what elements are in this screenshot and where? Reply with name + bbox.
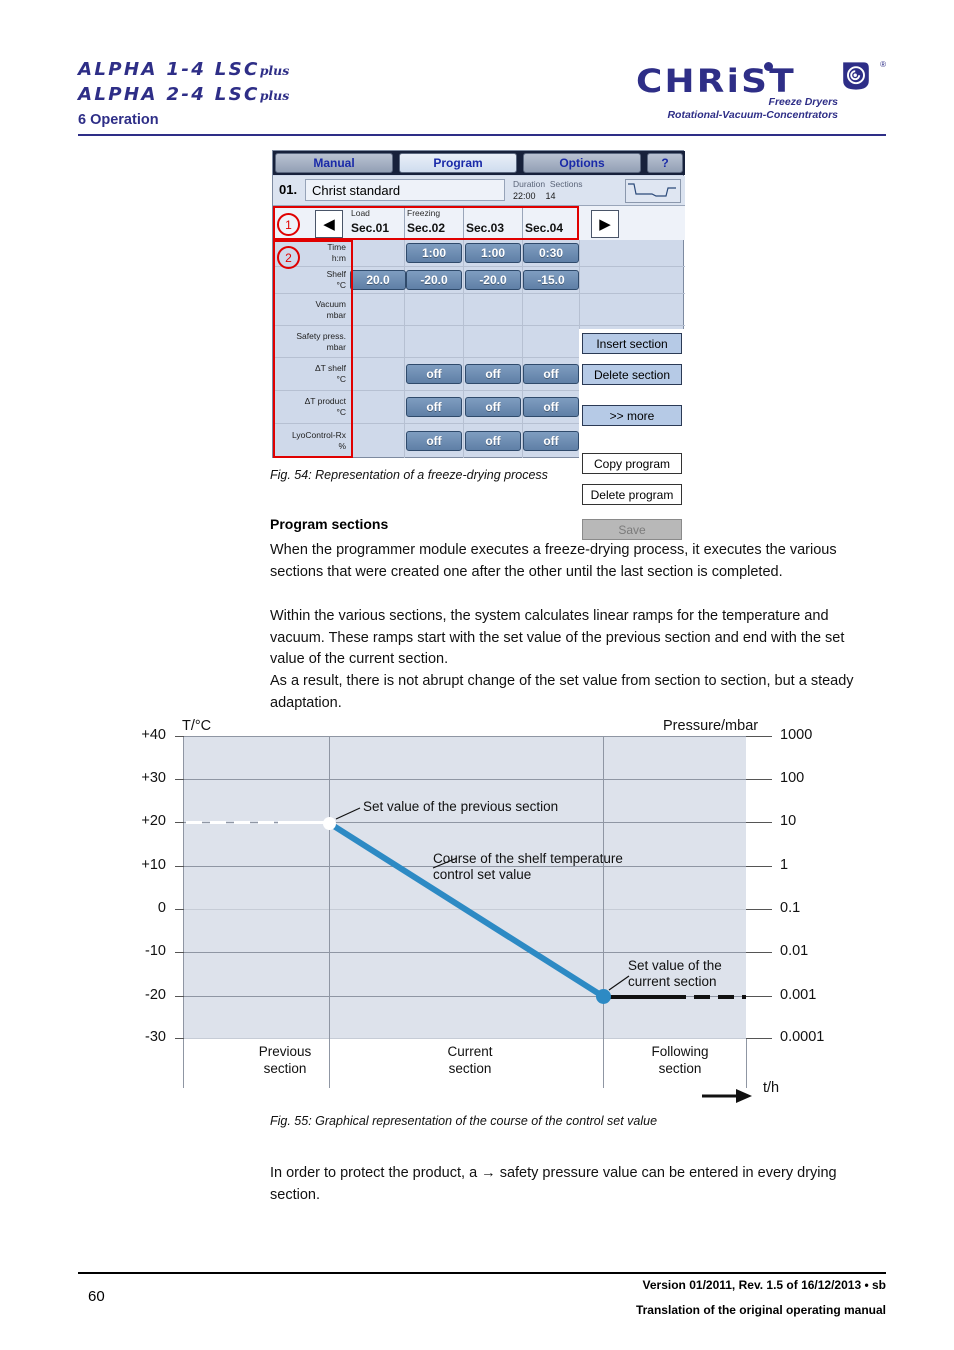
section-divider-1 xyxy=(404,206,405,240)
cell-lyocontrol-sec03[interactable]: off xyxy=(465,431,521,451)
program-name-field[interactable]: Christ standard xyxy=(305,179,505,201)
footer-version: Version 01/2011, Rev. 1.5 of 16/12/2013 … xyxy=(642,1278,886,1292)
cell-dtproduct-sec02[interactable]: off xyxy=(406,397,462,417)
cell-shelf-sec01[interactable]: 20.0 xyxy=(350,270,406,290)
figure-54-caption: Fig. 54: Representation of a freeze-dryi… xyxy=(270,468,548,482)
more-button[interactable]: >> more xyxy=(582,405,682,426)
cell-dtproduct-sec03[interactable]: off xyxy=(465,397,521,417)
row-label-dt-shelf: ΔT shelf °C xyxy=(314,363,346,384)
model-line-2-sup: plus xyxy=(259,89,290,103)
program-number: 01. xyxy=(279,182,298,197)
chapter-title: 6 Operation xyxy=(78,112,159,128)
section-divider-2 xyxy=(463,206,464,240)
paragraph-1: When the programmer module executes a fr… xyxy=(270,542,837,580)
table-row-shelf: Shelf °C 20.0 -20.0 -20.0 -15.0 xyxy=(273,267,685,294)
tab-manual[interactable]: Manual xyxy=(275,153,393,173)
row-label-lyocontrol: LyoControl-Rx % xyxy=(291,430,346,451)
tab-program[interactable]: Program xyxy=(399,153,517,173)
cell-dtshelf-sec04[interactable]: off xyxy=(523,364,579,384)
row-label-safety-press: Safety press. mbar xyxy=(296,330,346,352)
cell-dtproduct-sec04[interactable]: off xyxy=(523,397,579,417)
program-parameter-table: Time h:m 1:00 1:00 0:30 Shelf °C 20.0 -2… xyxy=(273,240,685,547)
section-label-3[interactable]: Sec.03 xyxy=(466,221,504,235)
cell-time-sec02[interactable]: 1:00 xyxy=(406,243,462,263)
christ-spiral-icon xyxy=(843,62,869,90)
cell-time-sec03[interactable]: 1:00 xyxy=(465,243,521,263)
duration-value: 22:00 xyxy=(513,191,536,201)
tab-options[interactable]: Options xyxy=(523,153,641,173)
section-label-current: Current section xyxy=(447,1044,493,1076)
figure-55-chart: T/°C Pressure/mbar +40 +30 +20 +10 0 -10… xyxy=(120,718,880,1108)
section-heading: Program sections xyxy=(270,516,389,532)
chart-x-axis-title: t/h xyxy=(763,1080,780,1096)
program-header-row: 01. Christ standard Duration Sections 22… xyxy=(273,176,685,206)
cell-shelf-sec03[interactable]: -20.0 xyxy=(465,270,521,290)
section-divider-3 xyxy=(522,206,523,240)
annotation-previous-setvalue: Set value of the previous section xyxy=(363,799,559,814)
callout-marker-2: 2 xyxy=(277,246,300,269)
group-label-load: Load xyxy=(351,208,370,218)
section-label-following: Following section xyxy=(651,1044,709,1076)
section-label-4[interactable]: Sec.04 xyxy=(525,221,563,235)
cell-lyocontrol-sec04[interactable]: off xyxy=(523,431,579,451)
section-navigation-bar: ◀ ▶ Load Freezing Sec.01 Sec.02 Sec.03 S… xyxy=(273,206,685,240)
cell-dtshelf-sec02[interactable]: off xyxy=(406,364,462,384)
cell-dtshelf-sec03[interactable]: off xyxy=(465,364,521,384)
panel-tab-bar: Manual Program Options ? xyxy=(273,151,685,175)
closing-paragraph: In order to protect the product, a → saf… xyxy=(270,1165,837,1203)
prev-section-arrow-icon[interactable]: ◀ xyxy=(315,210,343,238)
cell-time-sec04[interactable]: 0:30 xyxy=(523,243,579,263)
delete-section-button[interactable]: Delete section xyxy=(582,364,682,385)
annotation-shelf-course-line1: Course of the shelf temperature xyxy=(433,851,623,866)
footer-divider xyxy=(78,1272,886,1274)
next-section-arrow-icon[interactable]: ▶ xyxy=(591,210,619,238)
registered-mark: ® xyxy=(880,60,886,69)
page-number: 60 xyxy=(88,1288,105,1305)
cell-shelf-sec02[interactable]: -20.0 xyxy=(406,270,462,290)
group-label-freezing: Freezing xyxy=(407,208,441,218)
paragraph-2: Within the various sections, the system … xyxy=(270,608,845,667)
annotation-current-setvalue-line2: current section xyxy=(628,974,717,989)
x-axis-arrow-icon xyxy=(702,1089,752,1103)
delete-program-button[interactable]: Delete program xyxy=(582,484,682,505)
cell-lyocontrol-sec02[interactable]: off xyxy=(406,431,462,451)
footer-translation: Translation of the original operating ma… xyxy=(635,1303,886,1317)
save-button: Save xyxy=(582,519,682,540)
brand-tagline-2: Rotational-Vacuum-Concentrators xyxy=(667,109,838,121)
cell-shelf-sec04[interactable]: -15.0 xyxy=(523,270,579,290)
figure-55-caption: Fig. 55: Graphical representation of the… xyxy=(270,1114,658,1128)
annotation-shelf-course-line2: control set value xyxy=(433,867,532,882)
header-divider xyxy=(78,134,886,136)
copy-program-button[interactable]: Copy program xyxy=(582,453,682,474)
model-line-1-sup: plus xyxy=(259,64,290,78)
section-label-1[interactable]: Sec.01 xyxy=(351,221,389,235)
table-row-vacuum: Vacuum mbar xyxy=(273,294,685,326)
insert-section-button[interactable]: Insert section xyxy=(582,333,682,354)
row-label-shelf: Shelf °C xyxy=(326,269,346,290)
program-meta: Duration Sections 22:00 14 xyxy=(513,178,582,202)
panel-action-buttons: Insert section Delete section >> more Co… xyxy=(579,329,685,547)
tab-help[interactable]: ? xyxy=(647,153,683,173)
callout-marker-1: 1 xyxy=(277,213,300,236)
brand-tagline-1: Freeze Dryers xyxy=(768,96,838,108)
christ-logo: CHRiST ® Freeze Dryers Rotational-Vacuum… xyxy=(636,58,886,121)
paragraph-3: As a result, there is not abrupt change … xyxy=(270,673,854,711)
section-label-2[interactable]: Sec.02 xyxy=(407,221,445,235)
row-label-vacuum: Vacuum mbar xyxy=(315,298,346,320)
section-label-previous: Previous section xyxy=(258,1044,312,1076)
sections-label: Sections xyxy=(549,179,583,189)
row-label-dt-product: ΔT product °C xyxy=(304,396,346,417)
model-line-2: ALPHA 2-4 LSCplus xyxy=(78,85,290,105)
duration-label: Duration xyxy=(513,179,546,189)
annotation-current-setvalue-line1: Set value of the xyxy=(628,958,722,973)
brand-i-dot xyxy=(764,62,773,71)
table-row-time: Time h:m 1:00 1:00 0:30 xyxy=(273,240,685,267)
sections-value: 14 xyxy=(545,191,556,201)
model-line-1: ALPHA 1-4 LSCplus xyxy=(78,60,290,80)
program-curve-thumbnail[interactable] xyxy=(625,179,681,203)
freeze-dryer-control-panel[interactable]: Manual Program Options ? 01. Christ stan… xyxy=(272,150,685,547)
document-page: ALPHA 1-4 LSCplus ALPHA 2-4 LSCplus 6 Op… xyxy=(0,0,954,1350)
product-model-header: ALPHA 1-4 LSCplus ALPHA 2-4 LSCplus xyxy=(78,58,498,108)
